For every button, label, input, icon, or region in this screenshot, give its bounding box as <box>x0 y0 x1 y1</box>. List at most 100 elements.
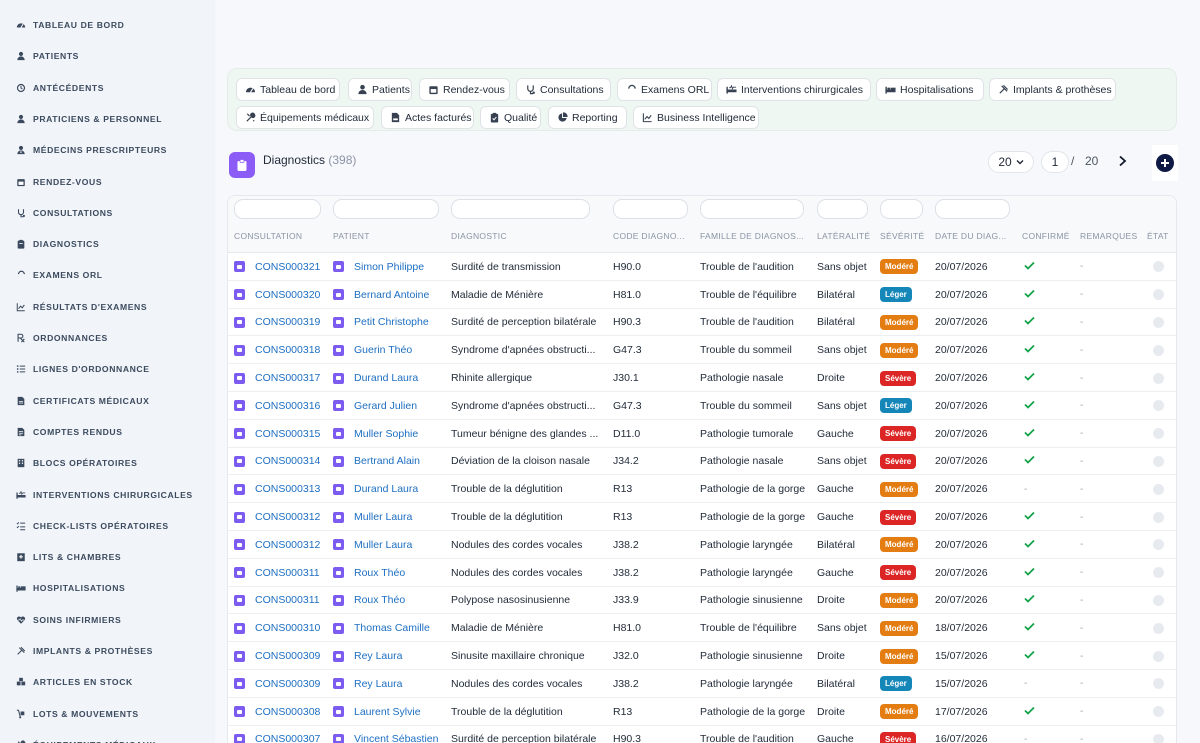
consultation-link[interactable]: CONS000314 <box>234 448 329 476</box>
patient-link[interactable]: Thomas Camille <box>333 614 448 642</box>
sidebar-item[interactable]: ARTICLES EN STOCK <box>16 672 133 692</box>
patient-link[interactable]: Muller Sophie <box>333 420 448 448</box>
consultation-link[interactable]: CONS000312 <box>234 531 329 559</box>
sidebar-item[interactable]: ORDONNANCES <box>16 328 108 348</box>
column-filter-input[interactable] <box>700 199 804 219</box>
quick-nav-button[interactable]: Hospitalisations <box>876 78 984 101</box>
state-cell[interactable] <box>1153 392 1176 420</box>
consultation-link[interactable]: CONS000310 <box>234 614 329 642</box>
sidebar-item[interactable]: HOSPITALISATIONS <box>16 578 125 598</box>
sidebar-item[interactable]: RENDEZ-VOUS <box>16 172 102 192</box>
table-row[interactable]: CONS000309 Rey Laura Nodules des cordes vo… <box>228 670 1176 698</box>
table-row[interactable]: CONS000311 Roux Théo Polypose nasosinusien… <box>228 587 1176 615</box>
state-cell[interactable] <box>1153 614 1176 642</box>
patient-link[interactable]: Bertrand Alain <box>333 448 448 476</box>
consultation-link[interactable]: CONS000309 <box>234 670 329 698</box>
current-page-input[interactable]: 1 <box>1041 151 1069 173</box>
patient-link[interactable]: Roux Théo <box>333 587 448 615</box>
state-cell[interactable] <box>1153 309 1176 337</box>
quick-nav-button[interactable]: Implants & prothèses <box>989 78 1116 101</box>
consultation-link[interactable]: CONS000312 <box>234 503 329 531</box>
table-row[interactable]: CONS000314 Bertrand Alain Déviation de la … <box>228 448 1176 476</box>
sidebar-item[interactable]: CONSULTATIONS <box>16 203 113 223</box>
state-cell[interactable] <box>1153 531 1176 559</box>
sidebar-item[interactable]: BLOCS OPÉRATOIRES <box>16 453 137 473</box>
state-cell[interactable] <box>1153 698 1176 726</box>
table-row[interactable]: CONS000307 Vincent Sébastien Surdité de pe… <box>228 726 1176 743</box>
patient-link[interactable]: Laurent Sylvie <box>333 698 448 726</box>
next-page-button[interactable] <box>1115 151 1129 171</box>
sidebar-item[interactable]: SOINS INFIRMIERS <box>16 610 121 630</box>
table-row[interactable]: CONS000320 Bernard Antoine Maladie de Méni… <box>228 281 1176 309</box>
sidebar-item[interactable]: PATIENTS <box>16 46 79 66</box>
patient-link[interactable]: Bernard Antoine <box>333 281 448 309</box>
table-row[interactable]: CONS000317 Durand Laura Rhinite allergique… <box>228 364 1176 392</box>
state-cell[interactable] <box>1153 253 1176 281</box>
sidebar-item[interactable]: COMPTES RENDUS <box>16 422 123 442</box>
column-header[interactable]: FAMILLE DE DIAGNOS... <box>700 231 812 241</box>
state-cell[interactable] <box>1153 670 1176 698</box>
table-row[interactable]: CONS000315 Muller Sophie Tumeur bénigne de… <box>228 420 1176 448</box>
sidebar-item[interactable]: CERTIFICATS MÉDICAUX <box>16 391 149 411</box>
consultation-link[interactable]: CONS000311 <box>234 559 329 587</box>
consultation-link[interactable]: CONS000309 <box>234 642 329 670</box>
table-row[interactable]: CONS000316 Gerard Julien Syndrome d'apnées… <box>228 392 1176 420</box>
add-diagnostic-button[interactable] <box>1152 145 1178 181</box>
column-header[interactable]: CODE DIAGNO... <box>613 231 697 241</box>
quick-nav-button[interactable]: Rendez-vous <box>419 78 510 101</box>
patient-link[interactable]: Rey Laura <box>333 642 448 670</box>
table-row[interactable]: CONS000310 Thomas Camille Maladie de Méniè… <box>228 614 1176 643</box>
table-row[interactable]: CONS000313 Durand Laura Trouble de la dégl… <box>228 475 1176 504</box>
patient-link[interactable]: Muller Laura <box>333 503 448 531</box>
consultation-link[interactable]: CONS000320 <box>234 281 329 309</box>
patient-link[interactable]: Durand Laura <box>333 475 448 503</box>
column-header[interactable]: DIAGNOSTIC <box>451 231 609 241</box>
state-cell[interactable] <box>1153 336 1176 364</box>
quick-nav-button[interactable]: Examens ORL <box>617 78 712 101</box>
state-cell[interactable] <box>1153 420 1176 448</box>
column-header[interactable]: LATÉRALITÉ <box>817 231 877 241</box>
consultation-link[interactable]: CONS000316 <box>234 392 329 420</box>
sidebar-item[interactable]: TABLEAU DE BORD <box>16 15 124 35</box>
sidebar-item[interactable]: ÉQUIPEMENTS MÉDICAUX <box>16 735 156 743</box>
column-header[interactable]: CONFIRMÉ <box>1022 231 1078 241</box>
consultation-link[interactable]: CONS000317 <box>234 364 329 392</box>
sidebar-item[interactable]: IMPLANTS & PROTHÈSES <box>16 641 153 661</box>
patient-link[interactable]: Durand Laura <box>333 364 448 392</box>
table-row[interactable]: CONS000312 Muller Laura Nodules des cordes… <box>228 531 1176 559</box>
sidebar-item[interactable]: LITS & CHAMBRES <box>16 547 121 567</box>
quick-nav-button[interactable]: Interventions chirurgicales <box>717 78 871 101</box>
column-header[interactable]: SÉVÉRITÉ <box>880 231 932 241</box>
column-header[interactable]: PATIENT <box>333 231 448 241</box>
patient-link[interactable]: Roux Théo <box>333 559 448 587</box>
patient-link[interactable]: Vincent Sébastien <box>333 726 448 743</box>
patient-link[interactable]: Gerard Julien <box>333 392 448 420</box>
patient-link[interactable]: Simon Philippe <box>333 253 448 281</box>
sidebar-item[interactable]: LIGNES D'ORDONNANCE <box>16 359 150 379</box>
state-cell[interactable] <box>1153 587 1176 615</box>
quick-nav-button[interactable]: Patients <box>348 78 412 101</box>
quick-nav-button[interactable]: Consultations <box>516 78 611 101</box>
consultation-link[interactable]: CONS000307 <box>234 726 329 743</box>
column-filter-input[interactable] <box>935 199 1010 219</box>
patient-link[interactable]: Petit Christophe <box>333 309 448 337</box>
sidebar-item[interactable]: EXAMENS ORL <box>16 265 103 285</box>
consultation-link[interactable]: CONS000315 <box>234 420 329 448</box>
quick-nav-button[interactable]: Business Intelligence <box>633 106 759 129</box>
consultation-link[interactable]: CONS000318 <box>234 336 329 364</box>
table-row[interactable]: CONS000319 Petit Christophe Surdité de per… <box>228 309 1176 337</box>
table-row[interactable]: CONS000309 Rey Laura Sinusite maxillaire c… <box>228 642 1176 670</box>
quick-nav-button[interactable]: Reporting <box>548 106 627 129</box>
column-header[interactable]: ÉTAT <box>1147 231 1176 241</box>
state-cell[interactable] <box>1153 726 1176 743</box>
table-row[interactable]: CONS000312 Muller Laura Trouble de la dégl… <box>228 503 1176 531</box>
patient-link[interactable]: Muller Laura <box>333 531 448 559</box>
patient-link[interactable]: Guerin Théo <box>333 336 448 364</box>
column-filter-input[interactable] <box>234 199 321 219</box>
state-cell[interactable] <box>1153 559 1176 587</box>
column-filter-input[interactable] <box>817 199 868 219</box>
table-row[interactable]: CONS000321 Simon Philippe Surdité de trans… <box>228 253 1176 281</box>
state-cell[interactable] <box>1153 475 1176 503</box>
sidebar-item[interactable]: MÉDECINS PRESCRIPTEURS <box>16 140 167 160</box>
page-size-select[interactable]: 20 <box>988 151 1034 173</box>
